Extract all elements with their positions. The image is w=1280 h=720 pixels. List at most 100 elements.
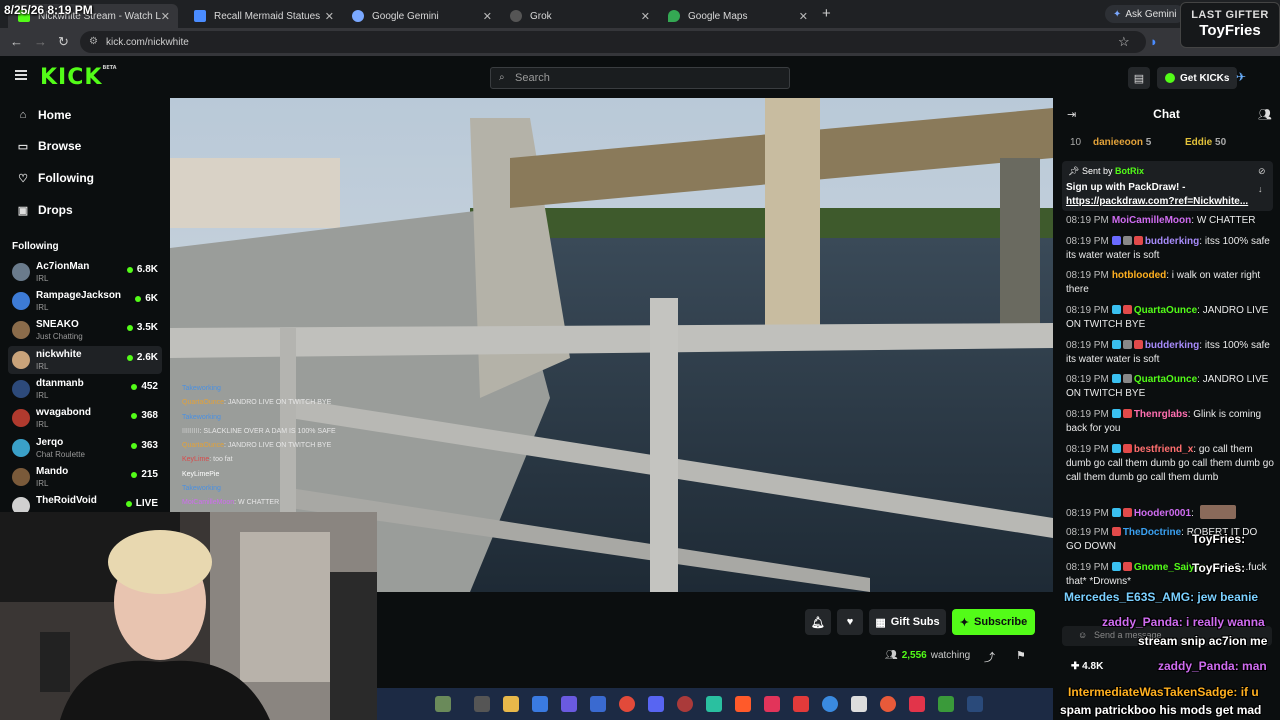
- browser-tab-gemini[interactable]: Google Gemini ✕: [342, 4, 500, 28]
- red-app-icon[interactable]: [793, 696, 809, 712]
- top-gifter[interactable]: danieeoon 5: [1093, 137, 1151, 148]
- layout-toggle-icon[interactable]: ▤: [1128, 67, 1150, 89]
- obs-icon[interactable]: [677, 696, 693, 712]
- chat-message: 08:19 PM hotblooded: i walk on water righ…: [1066, 270, 1261, 295]
- grok-favicon-icon: [510, 10, 522, 22]
- browser-tab-grok[interactable]: Grok ✕: [500, 4, 658, 28]
- following-channel-row[interactable]: Jerqo Chat Roulette 363: [8, 434, 162, 462]
- menu-icon[interactable]: [15, 70, 27, 80]
- site-info-icon[interactable]: ⚙: [89, 36, 98, 47]
- gift-subs-button[interactable]: ▦ Gift Subs: [869, 609, 946, 635]
- tab-title: Google Maps: [688, 10, 748, 22]
- chat-title: Chat: [1153, 107, 1180, 121]
- close-tab-icon[interactable]: ✕: [799, 10, 808, 23]
- heart-icon: ♡: [18, 172, 28, 185]
- channel-name: TheRoidVoid: [36, 495, 97, 506]
- following-channel-row[interactable]: Mando IRL 215: [8, 463, 162, 491]
- unpin-icon[interactable]: ⊘: [1258, 166, 1266, 177]
- share-icon[interactable]: ⤴: [984, 649, 995, 665]
- bookmark-star-icon[interactable]: ☆: [1118, 34, 1130, 50]
- emoji-icon[interactable]: ☺: [1078, 630, 1087, 640]
- sidebar-item-drops[interactable]: ▣ Drops: [16, 201, 73, 219]
- user-avatar-icon[interactable]: ✈: [1236, 70, 1246, 84]
- following-channel-row[interactable]: nickwhite IRL 2.6K: [8, 346, 162, 374]
- following-channel-row[interactable]: Ac7ionMan IRL 6.8K: [8, 258, 162, 286]
- avatar: [12, 468, 30, 486]
- viewer-count: 452: [131, 381, 158, 392]
- music-icon[interactable]: [764, 696, 780, 712]
- last-gifter-label: LAST GIFTER: [1191, 9, 1269, 21]
- following-channel-row[interactable]: TheRoidVoid LIVE: [8, 492, 162, 512]
- teams-icon[interactable]: [561, 696, 577, 712]
- store-icon[interactable]: [590, 696, 606, 712]
- avatar: [12, 321, 30, 339]
- steam-icon[interactable]: [967, 696, 983, 712]
- address-bar[interactable]: ⚙ kick.com/nickwhite: [80, 31, 1146, 53]
- discord-icon[interactable]: [648, 696, 664, 712]
- following-channel-row[interactable]: RampageJackson IRL 6K: [8, 287, 162, 315]
- following-channel-row[interactable]: dtanmanb IRL 452: [8, 375, 162, 403]
- sidebar-item-label: Home: [38, 108, 72, 122]
- ask-gemini-button[interactable]: ✦ Ask Gemini: [1105, 5, 1185, 23]
- xbox-icon[interactable]: [938, 696, 954, 712]
- back-arrow-icon[interactable]: ←: [10, 34, 23, 49]
- top-gifter[interactable]: Eddie 50: [1185, 137, 1226, 148]
- close-tab-icon[interactable]: ✕: [483, 10, 492, 23]
- weather-icon[interactable]: [435, 696, 451, 712]
- task-view-icon[interactable]: [474, 696, 490, 712]
- sidebar-item-following[interactable]: ♡ Following: [16, 169, 94, 187]
- overlay-chat-line: QuartaOunce: JANDRO LIVE ON TWITCH BYE: [182, 399, 332, 407]
- drops-icon: ▣: [17, 204, 29, 217]
- stream-info-area: [377, 592, 1053, 688]
- report-flag-icon[interactable]: ⚑: [1016, 649, 1026, 662]
- get-kicks-button[interactable]: Get KICKs: [1157, 67, 1238, 89]
- notifications-bell-button[interactable]: 🔔︎: [805, 609, 831, 635]
- pin-icon: 📌︎: [1068, 166, 1080, 176]
- app-icon[interactable]: [706, 696, 722, 712]
- sidebar-item-home[interactable]: ⌂ Home: [16, 106, 72, 124]
- reload-icon[interactable]: ↻: [58, 34, 69, 50]
- chrome-icon[interactable]: [619, 696, 635, 712]
- kick-logo[interactable]: KICKBETA: [40, 65, 117, 90]
- following-channel-row[interactable]: wvagabond IRL 368: [8, 404, 162, 432]
- channel-name: SNEAKO: [36, 319, 79, 330]
- forward-arrow-icon[interactable]: →: [34, 34, 47, 49]
- stream-overlay-line: IntermediateWasTakenSadge: if u: [1068, 685, 1259, 699]
- chat-message: 08:19 PM Thenrglabs: Glink is coming back…: [1066, 409, 1262, 434]
- home-icon: ⌂: [19, 109, 27, 121]
- expand-pinned-icon[interactable]: ↓: [1258, 184, 1263, 194]
- extension-icon[interactable]: ◗: [1150, 34, 1158, 49]
- file-explorer-icon[interactable]: [503, 696, 519, 712]
- record-icon[interactable]: [909, 696, 925, 712]
- ask-gemini-label: Ask Gemini: [1125, 8, 1177, 20]
- following-channel-row[interactable]: SNEAKO Just Chatting 3.5K: [8, 316, 162, 344]
- chat-users-icon[interactable]: 👥︎: [1258, 108, 1272, 121]
- new-tab-button[interactable]: +: [822, 5, 831, 22]
- close-tab-icon[interactable]: ✕: [325, 10, 334, 23]
- logo-beta: BETA: [102, 65, 117, 71]
- mail-icon[interactable]: [851, 696, 867, 712]
- channel-name: nickwhite: [36, 349, 82, 360]
- browser-tab-recall[interactable]: Recall Mermaid Statues ✕: [184, 4, 342, 28]
- subscribe-button[interactable]: ✦ Subscribe: [952, 609, 1035, 635]
- search-input[interactable]: ⌕ Search: [490, 67, 790, 89]
- webcam-frame: [0, 512, 377, 720]
- follow-heart-button[interactable]: ♥: [837, 609, 863, 635]
- emote-image: [1199, 505, 1236, 519]
- browser-app-icon[interactable]: [880, 696, 896, 712]
- gemini-sparkle-icon: ✦: [1113, 8, 1122, 20]
- avatar: [12, 351, 30, 369]
- gifter-name: Eddie: [1185, 137, 1213, 148]
- avatar: [12, 380, 30, 398]
- kicks-balance[interactable]: ✚ 4.8K: [1071, 661, 1103, 672]
- browser-tab-maps[interactable]: Google Maps ✕: [658, 4, 816, 28]
- sidebar-item-browse[interactable]: ▭ Browse: [16, 137, 82, 155]
- brave-icon[interactable]: [735, 696, 751, 712]
- chat-message: 08:19 PM budderking: itss 100% safe its w…: [1066, 236, 1270, 261]
- help-icon[interactable]: [822, 696, 838, 712]
- watching-count: 2,556: [901, 650, 927, 661]
- pinned-link[interactable]: https://packdraw.com?ref=Nickwhite...: [1066, 196, 1248, 207]
- close-tab-icon[interactable]: ✕: [161, 10, 170, 23]
- copilot-icon[interactable]: [532, 696, 548, 712]
- close-tab-icon[interactable]: ✕: [641, 10, 650, 23]
